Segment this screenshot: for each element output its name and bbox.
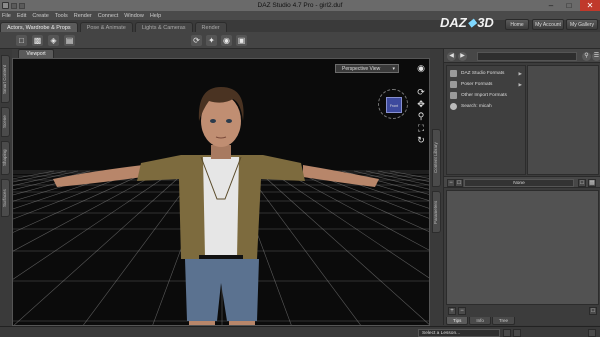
activity-tabs: Actors, Wardrobe & Props Pose & Animate … <box>0 21 432 32</box>
forward-icon[interactable]: ▶ <box>458 52 467 61</box>
folder-icon <box>450 81 457 88</box>
status-bar: Select a Lesson... <box>0 326 600 337</box>
tab-viewport[interactable]: Viewport <box>18 49 54 58</box>
camera-selector[interactable]: Perspective View ▾ <box>335 64 399 73</box>
filter-select[interactable]: None <box>464 179 574 187</box>
window-title: DAZ Studio 4.7 Pro - girl2.duf <box>257 2 343 9</box>
my-gallery-button[interactable]: My Gallery <box>566 19 598 30</box>
lesson-next-icon[interactable] <box>513 329 521 337</box>
back-icon[interactable]: ◀ <box>447 52 456 61</box>
tab-parameters[interactable]: Parameters <box>432 191 441 233</box>
lesson-select[interactable]: Select a Lesson... <box>418 329 500 337</box>
load-wardrobe-icon[interactable]: ▩ <box>32 35 43 46</box>
lesson-go-icon[interactable] <box>503 329 511 337</box>
reset-view-icon[interactable]: ↻ <box>416 135 426 145</box>
menu-file[interactable]: File <box>2 13 11 19</box>
resize-grip-icon[interactable] <box>588 329 596 337</box>
category-tree: DAZ Studio Formats ▶ Poser Formats ▶ Oth… <box>446 65 526 175</box>
search-icon[interactable]: ⚲ <box>582 52 591 61</box>
camera-tool-icon[interactable]: ◉ <box>221 35 232 46</box>
pan-icon[interactable]: ✥ <box>416 99 426 109</box>
home-button[interactable]: Home <box>505 19 529 30</box>
tab-surfaces[interactable]: Surfaces <box>1 179 10 217</box>
tab-scene[interactable]: Scene <box>1 107 10 137</box>
folder-icon <box>450 70 457 77</box>
load-prop-icon[interactable]: ▤ <box>64 35 75 46</box>
menu-tools[interactable]: Tools <box>55 13 68 19</box>
menu-render[interactable]: Render <box>74 13 92 19</box>
left-side-panel: Smart Content Scene Shaping Surfaces <box>0 49 11 325</box>
expand-icon[interactable]: □ <box>455 179 463 187</box>
chevron-right-icon[interactable]: ▶ <box>519 80 522 89</box>
orbit-icon[interactable]: ⟳ <box>416 87 426 97</box>
path-field[interactable] <box>477 52 577 61</box>
chevron-down-icon: ▾ <box>392 66 395 72</box>
tab-shaping[interactable]: Shaping <box>1 141 10 175</box>
tab-content-library[interactable]: Content Library <box>432 129 441 187</box>
title-bar: DAZ Studio 4.7 Pro - girl2.duf – □ ✕ <box>0 0 600 11</box>
panel-menu-icon[interactable]: ☰ <box>592 52 600 61</box>
content-library-toolbar: ◀ ▶ ⚲ ☰ <box>444 49 600 63</box>
camera-selector-value: Perspective View <box>342 66 381 72</box>
main-toolbar: □ ▩ ◈ ▤ ⟳ ✦ ◉ ▣ <box>0 32 600 49</box>
menu-edit[interactable]: Edit <box>17 13 26 19</box>
tab-pose-animate[interactable]: Pose & Animate <box>79 22 133 32</box>
character-figure[interactable] <box>13 59 430 326</box>
bottom-tabs: Tips Info Tree <box>446 317 516 325</box>
render-icon[interactable]: ▣ <box>236 35 247 46</box>
tree-item[interactable]: DAZ Studio Formats ▶ <box>450 69 526 78</box>
grid-view-icon[interactable]: ▦ <box>588 179 596 187</box>
logo-3d: 3D <box>477 14 494 30</box>
options-button[interactable]: □ <box>589 307 597 315</box>
close-button[interactable]: ✕ <box>580 0 600 11</box>
tab-info[interactable]: Info <box>469 317 491 325</box>
tab-tips[interactable]: Tips <box>446 317 469 325</box>
frame-icon[interactable]: ⛶ <box>416 123 426 133</box>
menu-create[interactable]: Create <box>32 13 49 19</box>
view-cube[interactable]: Front <box>378 89 408 119</box>
my-account-button[interactable]: My Account <box>532 19 564 30</box>
menu-help[interactable]: Help <box>150 13 161 19</box>
list-view-icon[interactable]: □ <box>578 179 586 187</box>
right-side-tabs: Content Library Parameters <box>431 49 443 325</box>
minimize-button[interactable]: – <box>542 0 560 11</box>
asset-list[interactable] <box>446 190 599 305</box>
zoom-icon[interactable]: ⚲ <box>416 111 426 121</box>
view-cube-face[interactable]: Front <box>386 97 402 113</box>
load-figure-icon[interactable]: □ <box>16 35 27 46</box>
collapse-icon[interactable]: − <box>447 179 455 187</box>
tab-actors-wardrobe-props[interactable]: Actors, Wardrobe & Props <box>0 22 78 32</box>
content-library-panel: ◀ ▶ ⚲ ☰ DAZ Studio Formats ▶ Poser Forma… <box>443 49 600 325</box>
load-hair-icon[interactable]: ◈ <box>48 35 59 46</box>
content-view[interactable] <box>527 65 599 175</box>
search-icon <box>450 103 457 110</box>
menu-window[interactable]: Window <box>124 13 144 19</box>
tree-item[interactable]: Other Import Formats <box>450 91 526 100</box>
viewport[interactable]: Perspective View ▾ ◉ Front ⟳ ✥ ⚲ ⛶ ↻ <box>12 58 430 326</box>
tab-lights-cameras[interactable]: Lights & Cameras <box>134 22 193 32</box>
folder-icon <box>450 92 457 99</box>
tree-item[interactable]: Poser Formats ▶ <box>450 80 526 89</box>
tab-tree[interactable]: Tree <box>491 317 515 325</box>
asset-list-controls: + − □ <box>446 307 599 317</box>
tree-item[interactable]: Search: micah <box>450 102 526 111</box>
filter-bar: − □ None □ ▦ <box>444 176 600 188</box>
menu-connect[interactable]: Connect <box>98 13 119 19</box>
viewport-options-icon[interactable]: ◉ <box>416 63 426 73</box>
add-button[interactable]: + <box>448 307 456 315</box>
tab-render[interactable]: Render <box>194 22 227 32</box>
remove-button[interactable]: − <box>458 307 466 315</box>
viewport-tab-bar: Viewport <box>12 49 430 58</box>
tab-smart-content[interactable]: Smart Content <box>1 55 10 103</box>
maximize-button[interactable]: □ <box>560 0 578 11</box>
daz3d-logo: DAZ ◆ 3D <box>440 14 494 30</box>
chevron-right-icon[interactable]: ▶ <box>519 69 522 78</box>
logo-daz: DAZ <box>440 14 467 30</box>
node-select-icon[interactable]: ✦ <box>206 35 217 46</box>
universal-tool-icon[interactable]: ⟳ <box>191 35 202 46</box>
